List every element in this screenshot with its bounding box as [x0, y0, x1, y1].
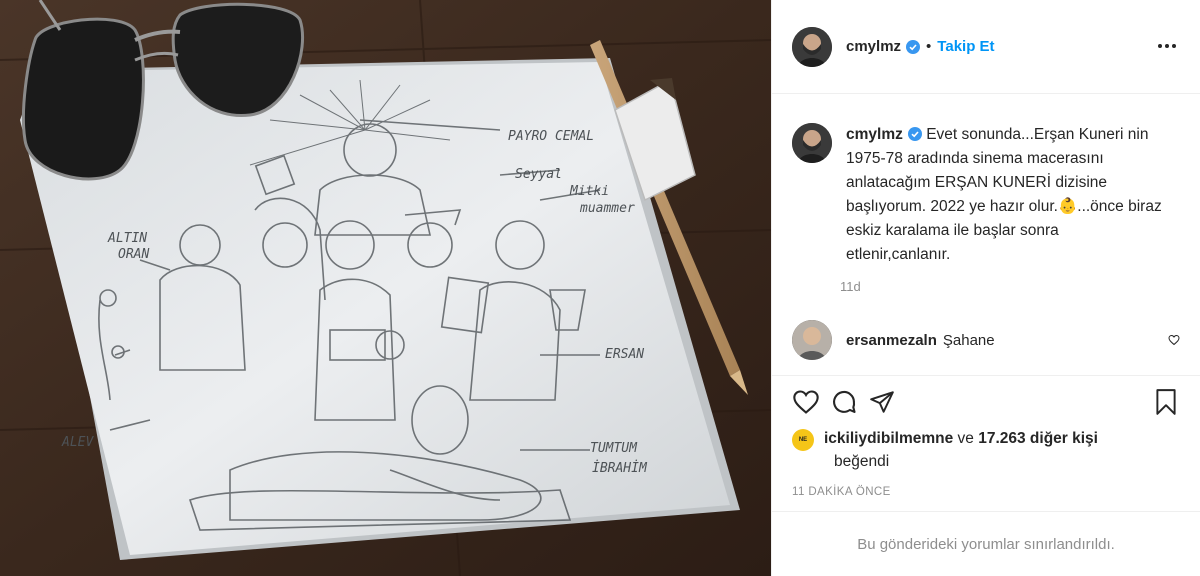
share-button[interactable] [864, 384, 900, 420]
bookmark-icon [1156, 388, 1176, 415]
sketch-label-ersan: ERSAN [605, 347, 644, 362]
heart-icon [793, 389, 819, 414]
likes-section: NE ickiliydibilmemne ve 17.263 diğer kiş… [792, 428, 1180, 473]
avatar[interactable] [792, 26, 832, 67]
likes-suffix: beğendi [834, 453, 890, 470]
post-image[interactable]: PAYRO CEMAL Seyyal Mitki muammer ALTIN O… [0, 0, 771, 576]
comment-text: Şahane [942, 331, 995, 349]
sketch-label-seyyal: Seyyal [515, 167, 562, 182]
comment-icon [833, 390, 856, 413]
likes-connector: ve [957, 430, 974, 447]
sketch-label-oran: ORAN [118, 247, 149, 262]
sketch-photo: PAYRO CEMAL Seyyal Mitki muammer ALTIN O… [0, 0, 771, 576]
post-side-panel: cmylmz • Takip Et cmylmz Evet sonunda...… [771, 0, 1200, 576]
comment-row: ersanmezaln Şahane [772, 294, 1200, 360]
caption-username[interactable]: cmylmz [846, 126, 903, 143]
post-timestamp[interactable]: 11 DAKİKA ÖNCE [792, 486, 891, 498]
separator-dot: • [926, 38, 932, 55]
more-icon [1158, 44, 1176, 48]
more-options-button[interactable] [1156, 36, 1178, 56]
caption-timestamp[interactable]: 11d [840, 279, 1200, 294]
post-header: cmylmz • Takip Et [772, 0, 1200, 94]
sketch-label-payro: PAYRO CEMAL [508, 129, 594, 144]
share-icon [870, 390, 894, 413]
avatar[interactable] [792, 123, 832, 163]
sketch-label-ibrahim: İBRAHİM [592, 460, 648, 476]
comments-restricted-notice: Bu gönderideki yorumlar sınırlandırıldı. [772, 511, 1200, 576]
verified-icon [906, 39, 921, 54]
comments-list[interactable]: cmylmz Evet sonunda...Erşan Kuneri nin 1… [772, 95, 1200, 375]
header-username[interactable]: cmylmz [846, 38, 901, 55]
sketch-label-alev: ALEV [61, 435, 94, 450]
verified-icon [907, 127, 922, 141]
comment-username[interactable]: ersanmezaln [846, 332, 937, 349]
caption: cmylmz Evet sonunda...Erşan Kuneri nin 1… [772, 95, 1200, 267]
sketch-label-tumtum: TUMTUM [590, 441, 638, 456]
liker-avatar[interactable]: NE [792, 429, 814, 451]
heart-icon[interactable] [1168, 334, 1180, 346]
comment-button[interactable] [826, 384, 862, 420]
action-bar [772, 375, 1200, 427]
baby-emoji-icon: 👶 [1057, 198, 1078, 215]
follow-button[interactable]: Takip Et [937, 38, 994, 55]
like-button[interactable] [788, 384, 824, 420]
avatar[interactable] [792, 320, 832, 360]
sketch-label-mitki: Mitki [569, 184, 609, 199]
sketch-label-muammer: muammer [579, 201, 635, 216]
save-button[interactable] [1148, 384, 1184, 420]
sketch-label-altin: ALTIN [107, 231, 147, 246]
likes-count[interactable]: 17.263 diğer kişi [978, 430, 1098, 447]
caption-text: cmylmz Evet sonunda...Erşan Kuneri nin 1… [846, 123, 1166, 267]
liker-username[interactable]: ickiliydibilmemne [824, 430, 953, 447]
